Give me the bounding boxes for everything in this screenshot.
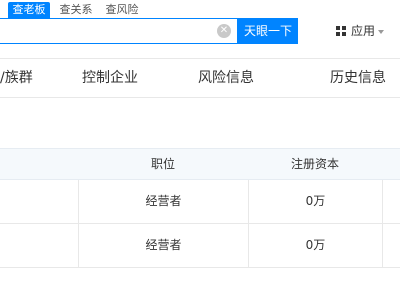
search-tabs: 查老板 查关系 查风险 [0,0,400,18]
tab-group[interactable]: /族群 [0,59,33,97]
clear-icon[interactable]: ✕ [217,24,231,38]
column-header-capital: 注册资本 [290,157,339,171]
search-box: ✕ [0,18,238,44]
tab-history-info[interactable]: 历史信息 [330,59,386,97]
table-row: 经营者 0万 [0,180,400,224]
app-menu-label: 应用 [351,24,376,38]
search-input[interactable] [1,21,205,43]
grid-icon [336,26,346,36]
app-menu[interactable]: 应用 [336,22,385,40]
cell-more [382,180,400,223]
search-tab-boss[interactable]: 查老板 [8,2,50,18]
cell-capital: 0万 [248,224,382,267]
cell-position: 经营者 [78,224,248,267]
table-row: 经营者 0万 [0,224,400,268]
cell-position: 经营者 [78,180,248,223]
nav-bar: /族群 控制企业 风险信息 历史信息 [0,58,400,98]
cell-more [382,224,400,267]
search-button[interactable]: 天眼一下 [238,18,298,44]
tab-controlled-companies[interactable]: 控制企业 [82,59,138,97]
column-header-position: 职位 [150,157,175,171]
table-header: 职位 注册资本 [0,148,400,180]
tab-risk-info[interactable]: 风险信息 [198,59,254,97]
chevron-down-icon [378,29,385,34]
search-tab-risk[interactable]: 查风险 [102,2,142,18]
search-tab-relation[interactable]: 查关系 [56,2,96,18]
cell-capital: 0万 [248,180,382,223]
